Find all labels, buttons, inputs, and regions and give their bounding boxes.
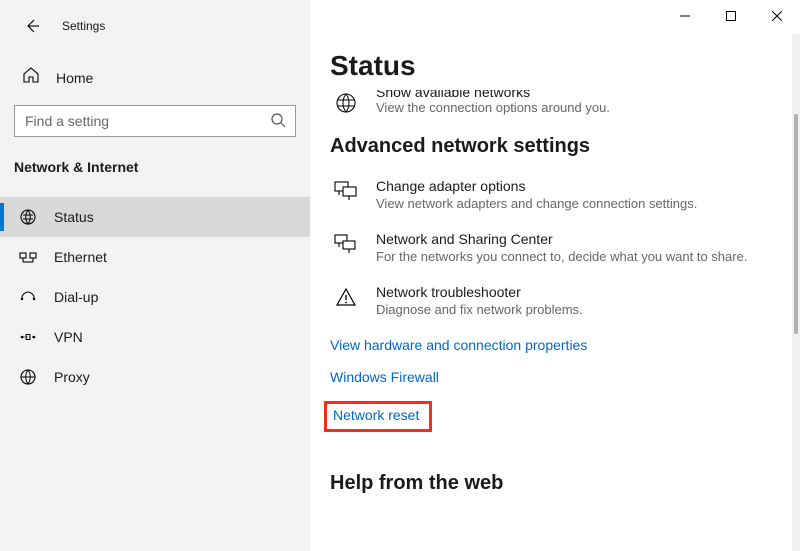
page-title: Status bbox=[330, 50, 762, 82]
vpn-icon bbox=[18, 327, 38, 347]
firewall-link[interactable]: Windows Firewall bbox=[330, 369, 439, 385]
network-reset-link[interactable]: Network reset bbox=[333, 407, 419, 423]
hardware-properties-link[interactable]: View hardware and connection properties bbox=[330, 337, 587, 353]
advanced-heading: Advanced network settings bbox=[330, 135, 762, 158]
dialup-icon bbox=[18, 287, 38, 307]
nav-dialup[interactable]: Dial-up bbox=[0, 277, 310, 317]
nav-label: Proxy bbox=[54, 369, 90, 385]
scrollbar[interactable] bbox=[792, 34, 800, 551]
item-subtitle: View network adapters and change connect… bbox=[376, 196, 697, 211]
item-title: Change adapter options bbox=[376, 178, 697, 194]
ethernet-icon bbox=[18, 247, 38, 267]
item-subtitle: View the connection options around you. bbox=[376, 100, 610, 115]
status-icon bbox=[18, 207, 38, 227]
nav-ethernet[interactable]: Ethernet bbox=[0, 237, 310, 277]
main-content: Status Show available networks View the … bbox=[310, 0, 792, 551]
item-title: Show available networks bbox=[376, 90, 610, 98]
scrollbar-thumb[interactable] bbox=[794, 114, 798, 334]
home-nav[interactable]: Home bbox=[0, 58, 310, 89]
adapter-icon bbox=[330, 178, 362, 211]
search-input[interactable] bbox=[14, 105, 296, 137]
sharing-icon bbox=[330, 231, 362, 264]
sharing-center-item[interactable]: Network and Sharing Center For the netwo… bbox=[330, 231, 762, 264]
warning-icon bbox=[330, 284, 362, 317]
nav-label: Status bbox=[54, 209, 94, 225]
home-icon bbox=[22, 66, 40, 89]
item-subtitle: For the networks you connect to, decide … bbox=[376, 249, 747, 264]
troubleshooter-item[interactable]: Network troubleshooter Diagnose and fix … bbox=[330, 284, 762, 317]
nav-list: Status Ethernet Dial-up VPN Proxy bbox=[0, 197, 310, 397]
nav-proxy[interactable]: Proxy bbox=[0, 357, 310, 397]
home-label: Home bbox=[56, 70, 93, 86]
window-title: Settings bbox=[62, 19, 105, 33]
available-networks-item[interactable]: Show available networks View the connect… bbox=[330, 90, 762, 115]
proxy-icon bbox=[18, 367, 38, 387]
back-button[interactable] bbox=[22, 16, 42, 36]
adapter-options-item[interactable]: Change adapter options View network adap… bbox=[330, 178, 762, 211]
category-heading: Network & Internet bbox=[14, 159, 310, 175]
nav-label: Dial-up bbox=[54, 289, 98, 305]
item-title: Network troubleshooter bbox=[376, 284, 583, 300]
nav-label: VPN bbox=[54, 329, 83, 345]
item-title: Network and Sharing Center bbox=[376, 231, 747, 247]
help-heading: Help from the web bbox=[330, 472, 762, 495]
nav-status[interactable]: Status bbox=[0, 197, 310, 237]
nav-label: Ethernet bbox=[54, 249, 107, 265]
sidebar: Settings Home Network & Internet Status … bbox=[0, 0, 310, 551]
globe-icon bbox=[330, 90, 362, 115]
nav-vpn[interactable]: VPN bbox=[0, 317, 310, 357]
item-subtitle: Diagnose and fix network problems. bbox=[376, 302, 583, 317]
